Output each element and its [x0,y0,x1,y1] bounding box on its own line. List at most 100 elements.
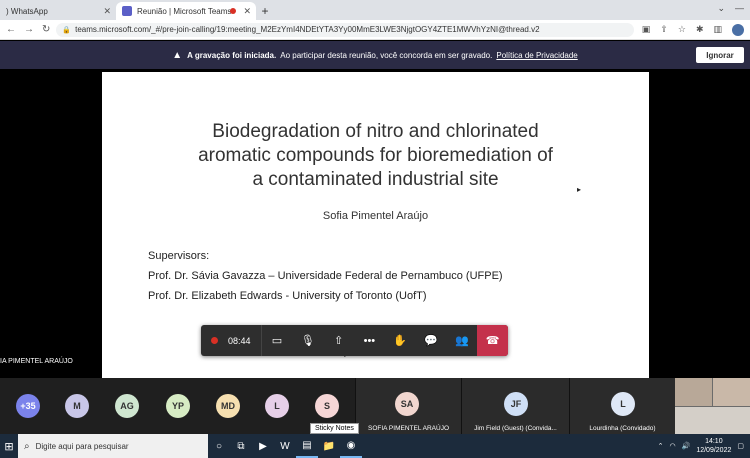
participants-row: +35 M AG YP MD L S SA SOFIA PIMENTEL ARA… [0,378,750,434]
phone-icon: ☎ [485,335,500,347]
file-explorer-icon[interactable]: 📁 [318,434,340,458]
windows-start-button[interactable]: ⊞ [0,434,18,458]
browser-tab-strip: ) WhatsApp ✕ Reunião | Microsoft Teams ✕… [0,0,750,20]
avatar: SA [395,392,419,416]
cortana-icon[interactable]: ○ [208,434,230,458]
video-feed [675,378,712,406]
network-icon[interactable]: ◠ [670,442,676,450]
chevron-down-icon[interactable]: ⌄ [717,3,725,14]
address-bar: ← → ↻ 🔒 teams.microsoft.com/_#/pre-join-… [0,20,750,40]
supervisors-heading: Supervisors: [148,250,210,262]
hand-icon: ✋ [393,335,408,347]
recording-icon [211,337,218,344]
nav-buttons: ← → ↻ [6,24,50,35]
privacy-link[interactable]: Política de Privacidade [496,51,577,60]
recording-banner: ▲ A gravação foi iniciada. Ao participar… [0,41,750,69]
presenter-name: IA PIMENTEL ARAÚJO [0,358,73,365]
tab-label: Reunião | Microsoft Teams [137,6,232,16]
avatar[interactable]: S [315,394,339,418]
forward-icon[interactable]: → [24,24,34,35]
task-view-icon[interactable]: ⧉ [230,434,252,458]
notifications-icon[interactable]: ▢ [737,442,744,450]
slide-title-line: Biodegradation of nitro and chlorinated [212,121,539,142]
extensions-icon[interactable]: ✱ [696,24,704,36]
warning-icon: ▲ [172,49,183,61]
camera-off-icon: ▭ [271,335,283,347]
camera-off-button[interactable]: ▭ [262,325,293,356]
tab-whatsapp[interactable]: ) WhatsApp ✕ [0,2,116,20]
taskbar-search[interactable]: ⌕ Digite aqui para pesquisar [18,434,208,458]
supervisor-line: Prof. Dr. Elizabeth Edwards - University… [148,290,427,302]
mic-off-icon: 🎙 [300,335,315,347]
avatar: JF [504,392,528,416]
tray-up-icon[interactable]: ⌃ [658,442,664,450]
slide-supervisors: Supervisors: Prof. Dr. Sávia Gavazza – U… [148,246,503,306]
url-field[interactable]: 🔒 teams.microsoft.com/_#/pre-join-callin… [56,22,634,37]
volume-icon[interactable]: 🔊 [682,442,691,450]
close-icon[interactable]: ✕ [103,6,111,17]
lock-icon[interactable]: 🔒 [62,26,71,34]
raise-hand-button[interactable]: ✋ [385,325,416,356]
url-text: teams.microsoft.com/_#/pre-join-calling/… [75,25,540,34]
participant-name: Jim Field (Guest) (Convida... [474,425,557,432]
chrome-icon[interactable]: ◉ [340,434,362,458]
search-icon: ⌕ [24,440,30,452]
avatar[interactable]: MD [216,394,240,418]
more-options-button[interactable]: ••• [354,325,385,356]
ignore-button[interactable]: Ignorar [696,47,744,63]
participants-button[interactable]: 👥 [446,325,477,356]
avatar[interactable]: L [265,394,289,418]
camera-icon[interactable]: ▣ [642,24,651,36]
meeting-control-bar: 08:44 ▭ 🎙 ⇧ ••• ✋ 💬 👥 ☎ [201,325,509,356]
profile-avatar[interactable] [732,23,744,36]
star-icon[interactable]: ☆ [678,24,686,36]
participant-tile[interactable]: JF Jim Field (Guest) (Convida... [461,378,569,434]
window-controls: ⌄ — [717,3,744,14]
video-feed [713,378,750,406]
screen: ) WhatsApp ✕ Reunião | Microsoft Teams ✕… [0,0,750,458]
new-tab-button[interactable]: + [256,2,274,20]
avatar[interactable]: YP [166,394,190,418]
reload-icon[interactable]: ↻ [42,24,50,35]
sidebar-icon[interactable]: ▥ [713,24,722,36]
word-icon[interactable]: W [274,434,296,458]
minimize-icon[interactable]: — [735,3,744,14]
slide-author: Sofia Pimentel Araújo [322,210,429,222]
more-participants-avatar[interactable]: +35 [16,394,40,418]
recording-icon [230,8,236,14]
avatar[interactable]: AG [115,394,139,418]
sticky-notes-icon[interactable]: ▤ [296,434,318,458]
people-icon: 👥 [454,335,469,347]
back-icon[interactable]: ← [6,24,16,35]
share-screen-icon: ⇧ [333,335,344,347]
avatar: L [611,392,635,416]
chat-button[interactable]: 💬 [416,325,447,356]
search-placeholder: Digite aqui para pesquisar [35,441,129,451]
supervisor-line: Prof. Dr. Sávia Gavazza – Universidade F… [148,270,503,282]
share-screen-button[interactable]: ⇧ [323,325,354,356]
tab-teams[interactable]: Reunião | Microsoft Teams ✕ [116,2,256,20]
taskbar-tooltip: Sticky Notes [310,423,359,434]
video-feed [675,407,750,434]
participant-tile[interactable]: L Lourdinha (Convidado) [569,378,675,434]
mic-off-button[interactable]: 🎙 [292,325,323,356]
slide-title-line: aromatic compounds for bioremediation of [198,145,553,166]
system-tray: ⌃ ◠ 🔊 14:10 12/09/2022 ▢ [658,437,750,455]
hang-up-button[interactable]: ☎ [477,325,509,356]
recording-timer: 08:44 [201,325,262,356]
banner-bold: A gravação foi iniciada. [187,50,277,60]
slide-title: Biodegradation of nitro and chlorinated … [102,120,649,192]
participant-tile[interactable]: SA SOFIA PIMENTEL ARAÚJO [355,378,461,434]
close-icon[interactable]: ✕ [243,6,251,17]
share-icon[interactable]: ⇪ [660,24,668,36]
media-player-icon[interactable]: ▶ [252,434,274,458]
browser-toolbar: ▣ ⇪ ☆ ✱ ▥ [642,23,744,36]
participant-name: SOFIA PIMENTEL ARAÚJO [367,425,450,432]
windows-taskbar: ⊞ ⌕ Digite aqui para pesquisar ○ ⧉ ▶ W ▤… [0,434,750,458]
taskbar-clock[interactable]: 14:10 12/09/2022 [696,437,731,455]
clock-date: 12/09/2022 [696,447,732,454]
self-video-preview[interactable] [675,378,750,434]
timer-text: 08:44 [228,335,251,346]
banner-text: Ao participar desta reunião, você concor… [280,50,493,60]
avatar[interactable]: M [65,394,89,418]
